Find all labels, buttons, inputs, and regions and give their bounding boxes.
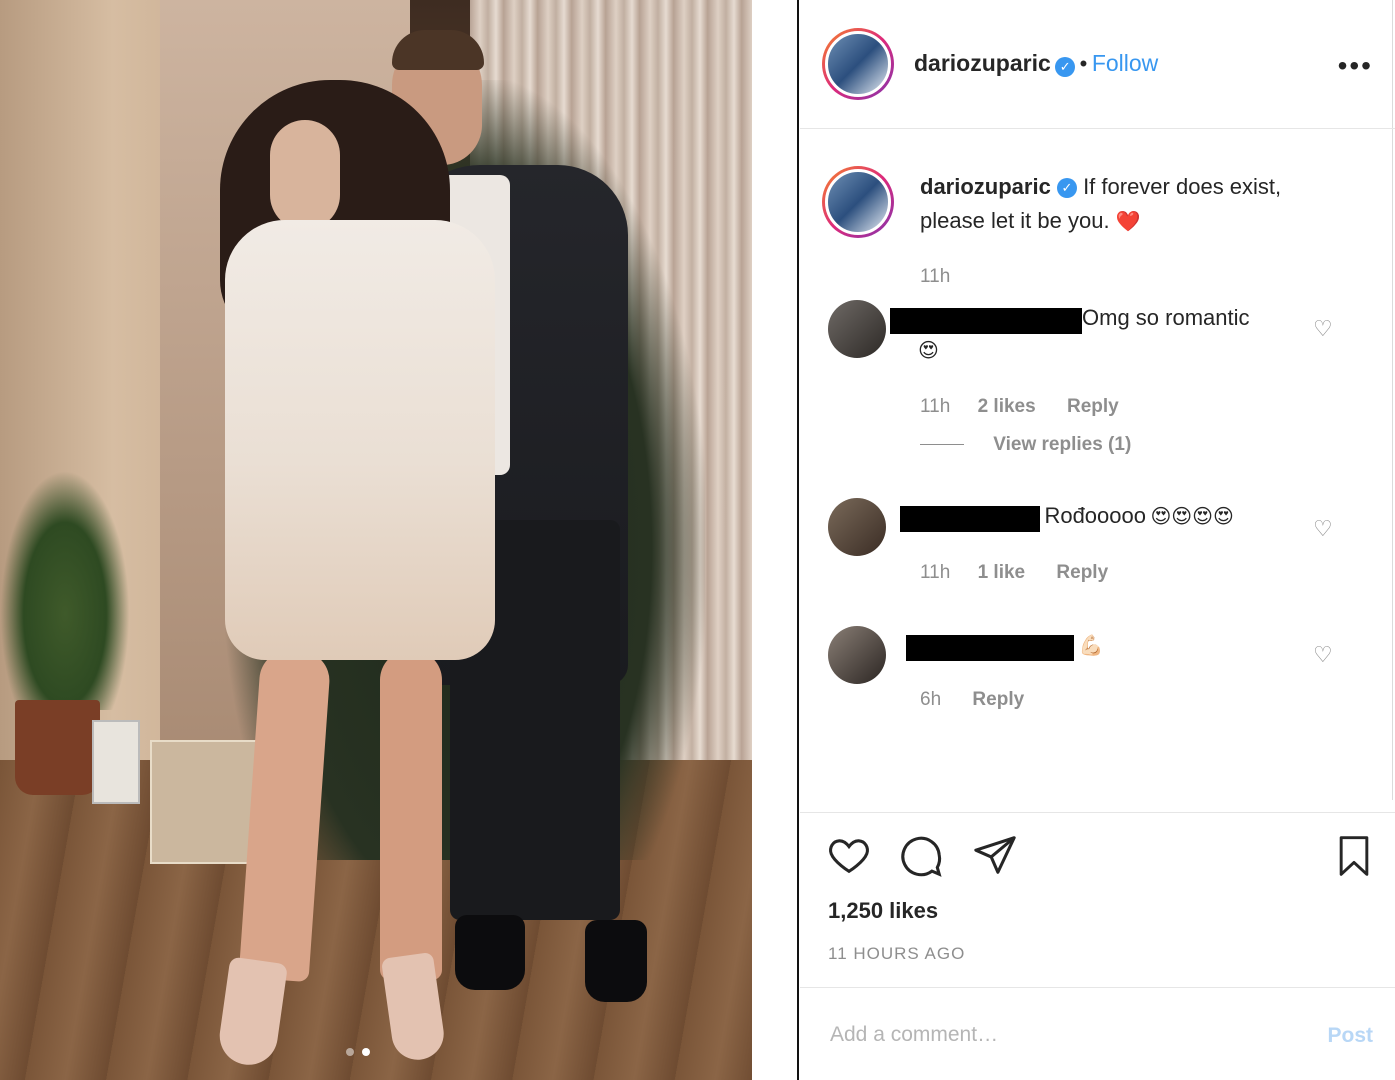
header-separator: • <box>1079 51 1088 76</box>
commenter-avatar[interactable] <box>828 626 886 684</box>
likes-count[interactable]: 1,250 likes <box>828 898 938 924</box>
photo-man-shoe <box>585 920 647 1002</box>
photo-woman-leg <box>380 650 442 980</box>
post-comment-button[interactable]: Post <box>1327 1024 1373 1048</box>
actions-divider <box>800 812 1395 813</box>
photo-plant-pot <box>15 700 100 795</box>
author-avatar[interactable] <box>822 28 894 100</box>
comment-text: Rođooooo <box>1044 503 1146 528</box>
comment-reply-button[interactable]: Reply <box>1067 396 1119 417</box>
comment: 💪🏻 <box>906 632 1306 661</box>
comment-like-heart-icon[interactable]: ♡ <box>1313 318 1335 340</box>
comment-like-heart-icon[interactable]: ♡ <box>1313 644 1335 666</box>
comment-time[interactable]: 6h <box>920 689 941 710</box>
photo-woman-dress <box>225 220 495 660</box>
header-author: dariozuparic ✓ • Follow <box>914 50 1158 77</box>
verified-badge-icon: ✓ <box>1056 178 1077 199</box>
heart-eyes-emoji: 😍 <box>918 340 939 362</box>
redacted-username <box>900 505 1040 532</box>
comment-text: Omg so romantic <box>1082 305 1250 330</box>
panel-divider <box>797 0 799 1080</box>
comment-likes[interactable]: 2 likes <box>978 396 1036 417</box>
comment-bubble-icon[interactable] <box>898 832 944 883</box>
photo-woman-face <box>270 120 340 230</box>
photo-lantern <box>92 720 140 804</box>
caption-time[interactable]: 11h <box>920 266 950 288</box>
commenter-avatar[interactable] <box>828 498 886 556</box>
redacted-username <box>890 307 1082 334</box>
caption-username[interactable]: dariozuparic <box>920 174 1051 199</box>
add-comment-input[interactable] <box>828 1022 1312 1048</box>
post-sidebar: dariozuparic ✓ • Follow ••• dariozuparic… <box>800 0 1395 1080</box>
redacted-username <box>906 634 1074 661</box>
comment-meta: 11h 2 likes Reply <box>920 396 1119 418</box>
comment-meta: 11h 1 like Reply <box>920 562 1108 584</box>
caption-avatar[interactable] <box>822 166 894 238</box>
more-options-icon[interactable]: ••• <box>1338 50 1373 82</box>
carousel-dot[interactable] <box>346 1048 354 1056</box>
comment-likes[interactable]: 1 like <box>978 562 1026 583</box>
red-heart-icon: ❤️ <box>1115 211 1141 233</box>
comment-divider <box>800 987 1395 988</box>
comment: Rođooooo 😍😍😍😍 <box>900 503 1320 532</box>
commenter-avatar[interactable] <box>828 300 886 358</box>
photo-man-shoe <box>455 915 525 990</box>
follow-button[interactable]: Follow <box>1092 50 1158 76</box>
post-header: dariozuparic ✓ • Follow ••• <box>800 0 1395 129</box>
caption: dariozuparic ✓ If forever does exist, pl… <box>920 170 1340 239</box>
verified-badge-icon: ✓ <box>1055 56 1076 77</box>
post-timestamp[interactable]: 11 HOURS AGO <box>828 944 965 964</box>
comment-time[interactable]: 11h <box>920 396 950 417</box>
photo-plant <box>0 470 130 710</box>
comment-reply-button[interactable]: Reply <box>1056 562 1108 583</box>
heart-icon[interactable] <box>826 832 872 883</box>
photo-man-hair <box>392 30 484 70</box>
carousel-indicator <box>346 1048 370 1056</box>
comment-time[interactable]: 11h <box>920 562 950 583</box>
bookmark-icon[interactable] <box>1332 832 1376 885</box>
paper-plane-icon[interactable] <box>972 832 1018 883</box>
view-replies-row[interactable]: View replies (1) <box>920 434 1131 456</box>
heart-eyes-emoji: 😍😍😍😍 <box>1150 506 1234 528</box>
comment-meta: 6h Reply <box>920 689 1024 711</box>
flexed-arm-emoji: 💪🏻 <box>1078 635 1104 657</box>
view-replies-button[interactable]: View replies (1) <box>993 434 1131 455</box>
carousel-dot-active[interactable] <box>362 1048 370 1056</box>
comment-like-heart-icon[interactable]: ♡ <box>1313 518 1335 540</box>
comment-reply-button[interactable]: Reply <box>972 689 1024 710</box>
comment: Omg so romantic <box>890 305 1290 334</box>
author-username[interactable]: dariozuparic <box>914 50 1051 76</box>
post-photo[interactable] <box>0 0 752 1080</box>
replies-line <box>920 444 964 446</box>
